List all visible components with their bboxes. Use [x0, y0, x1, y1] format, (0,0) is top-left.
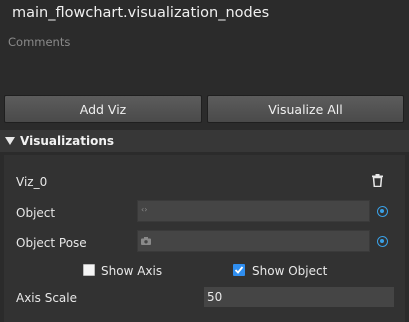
collapse-triangle-icon[interactable]: [5, 137, 15, 145]
node-title: main_flowchart.visualization_nodes: [12, 5, 270, 21]
object-pose-label: Object Pose: [16, 236, 87, 250]
camera-icon: [141, 237, 151, 245]
object-pose-target-icon[interactable]: [377, 236, 388, 247]
visualizations-section-header[interactable]: Visualizations: [0, 130, 409, 152]
axis-scale-label: Axis Scale: [16, 291, 77, 305]
object-label: Object: [16, 206, 56, 220]
visualization-panel: Viz_0 Object ‹› Object Pose Show Axis Sh…: [4, 155, 405, 322]
object-target-icon[interactable]: [377, 206, 388, 217]
object-field[interactable]: ‹›: [137, 200, 370, 222]
checkmark-icon: [234, 266, 244, 274]
viz-name: Viz_0: [16, 175, 48, 189]
object-link-icon: ‹›: [141, 205, 148, 214]
show-axis-checkbox[interactable]: [83, 264, 95, 276]
comments-field[interactable]: Comments: [8, 35, 70, 49]
show-axis-label: Show Axis: [101, 264, 163, 278]
show-object-checkbox[interactable]: [233, 264, 245, 276]
show-object-label: Show Object: [252, 264, 328, 278]
trash-icon[interactable]: [372, 174, 383, 187]
object-pose-field[interactable]: [137, 230, 370, 252]
visualize-all-button[interactable]: Visualize All: [207, 95, 404, 123]
section-title: Visualizations: [20, 134, 115, 148]
axis-scale-input[interactable]: 50: [204, 287, 394, 307]
add-viz-button[interactable]: Add Viz: [4, 95, 202, 123]
